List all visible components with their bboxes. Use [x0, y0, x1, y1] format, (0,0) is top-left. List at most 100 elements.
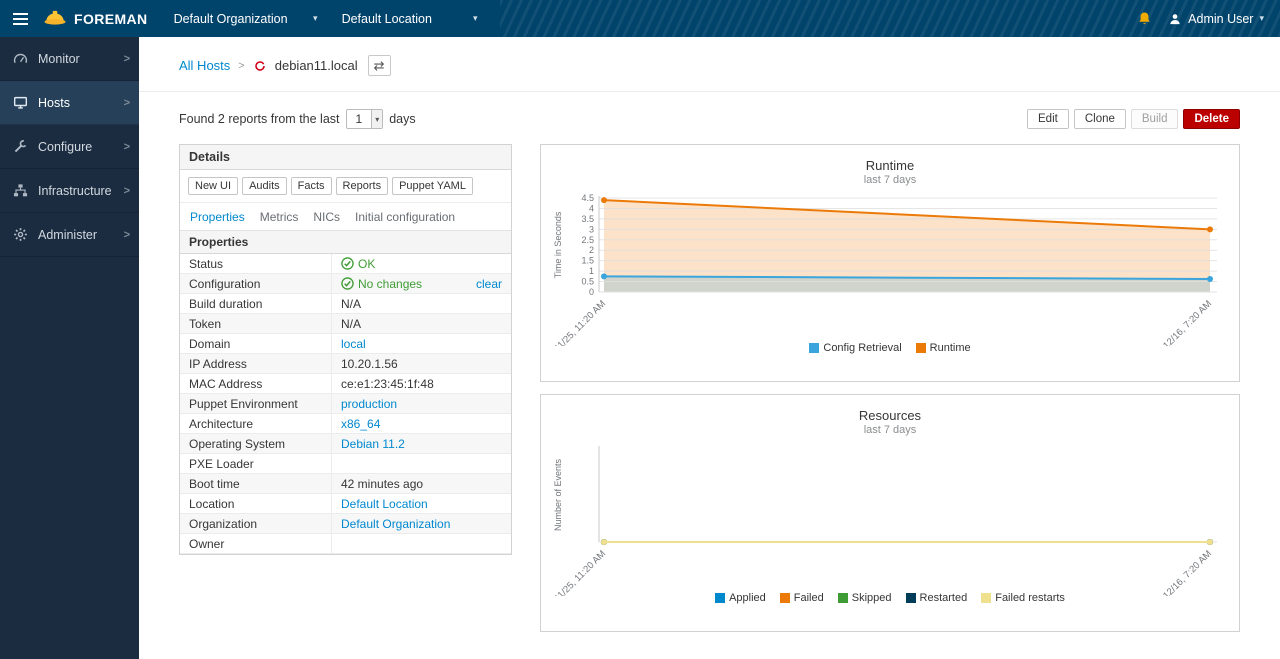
property-value: 42 minutes ago — [341, 477, 423, 491]
tab-properties[interactable]: Properties — [190, 210, 245, 224]
chevron-right-icon: > — [124, 97, 130, 109]
legend-swatch — [916, 343, 926, 353]
chevron-right-icon: > — [124, 141, 130, 153]
tab-initial-configuration[interactable]: Initial configuration — [355, 210, 455, 224]
svg-text:Time in Seconds: Time in Seconds — [553, 211, 563, 278]
legend-item-restarted[interactable]: Restarted — [906, 592, 968, 604]
reports-summary: Found 2 reports from the last 1 ▾ days — [179, 109, 416, 129]
property-value-link[interactable]: production — [341, 397, 397, 411]
edit-button[interactable]: Edit — [1027, 109, 1069, 129]
legend-item-runtime[interactable]: Runtime — [916, 342, 971, 354]
chart-panel-runtime: Runtimelast 7 days00.511.522.533.544.511… — [540, 144, 1240, 382]
user-menu-label: Admin User — [1188, 12, 1253, 26]
build-button[interactable]: Build — [1131, 109, 1179, 129]
property-row-pxe-loader: PXE Loader — [180, 454, 511, 474]
details-panel: Details New UIAuditsFactsReportsPuppet Y… — [179, 144, 512, 555]
details-panel-title: Details — [180, 145, 511, 170]
gear-icon — [13, 227, 30, 243]
new-ui-button[interactable]: New UI — [188, 177, 238, 195]
property-value-link[interactable]: local — [341, 337, 366, 351]
user-menu[interactable]: Admin User ▾ — [1168, 12, 1264, 26]
hamburger-menu-button[interactable] — [13, 13, 28, 25]
switch-ui-button[interactable]: ⇄ — [368, 55, 391, 76]
chart-plot: 00.511.522.533.544.511/25, 11:20 AM12/16… — [541, 188, 1239, 346]
check-circle-icon — [341, 257, 354, 270]
property-label: IP Address — [180, 354, 332, 373]
property-label: Architecture — [180, 414, 332, 433]
puppet-yaml-button[interactable]: Puppet YAML — [392, 177, 473, 195]
status-ok-value: OK — [341, 257, 375, 271]
facts-button[interactable]: Facts — [291, 177, 332, 195]
legend-swatch — [780, 593, 790, 603]
legend-label: Config Retrieval — [823, 342, 901, 354]
server-icon — [13, 95, 30, 111]
legend-item-applied[interactable]: Applied — [715, 592, 766, 604]
property-label: Build duration — [180, 294, 332, 313]
sidebar-item-label: Configure — [38, 140, 124, 154]
property-label: Puppet Environment — [180, 394, 332, 413]
svg-text:2: 2 — [589, 245, 594, 255]
sidebar-item-infrastructure[interactable]: Infrastructure> — [0, 169, 139, 213]
content-row: Details New UIAuditsFactsReportsPuppet Y… — [139, 142, 1280, 632]
chart-plot: 11/25, 11:20 AM 12/16, 7:20 AM Number of E… — [541, 438, 1239, 596]
location-selector[interactable]: Default Location ▾ — [334, 0, 486, 37]
property-row-location: Location Default Location — [180, 494, 511, 514]
breadcrumb-all-hosts-link[interactable]: All Hosts — [179, 58, 230, 73]
chart-panel-resources: Resourceslast 7 days11/25, 11:20 AM12/16… — [540, 394, 1240, 632]
legend-label: Applied — [729, 592, 766, 604]
notifications-bell-icon[interactable] — [1137, 11, 1152, 26]
delete-button[interactable]: Delete — [1183, 109, 1240, 129]
legend-swatch — [906, 593, 916, 603]
caret-down-icon: ▾ — [371, 110, 382, 128]
sidebar-item-administer[interactable]: Administer> — [0, 213, 139, 257]
chart-legend: Config Retrieval Runtime — [541, 342, 1239, 354]
svg-text:12/16, 7:20 AM: 12/16, 7:20 AM — [1161, 548, 1214, 596]
breadcrumb-separator: > — [238, 60, 244, 72]
clear-link[interactable]: clear — [476, 277, 502, 291]
property-row-owner: Owner — [180, 534, 511, 554]
reports-button[interactable]: Reports — [336, 177, 389, 195]
property-label: Location — [180, 494, 332, 513]
property-value-link[interactable]: x86_64 — [341, 417, 380, 431]
days-select[interactable]: 1 ▾ — [346, 109, 384, 129]
property-label: Configuration — [180, 274, 332, 293]
property-row-architecture: Architecture x86_64 — [180, 414, 511, 434]
svg-text:Number of Events: Number of Events — [553, 458, 563, 531]
legend-swatch — [809, 343, 819, 353]
main-content: All Hosts > debian11.local ⇄ Found 2 rep… — [139, 37, 1280, 659]
svg-text:11/25, 11:20 AM: 11/25, 11:20 AM — [552, 548, 608, 596]
property-row-boot-time: Boot time42 minutes ago — [180, 474, 511, 494]
legend-item-skipped[interactable]: Skipped — [838, 592, 892, 604]
property-row-configuration: ConfigurationNo changesclear — [180, 274, 511, 294]
property-value: N/A — [341, 297, 361, 311]
sidebar-item-monitor[interactable]: Monitor> — [0, 37, 139, 81]
clone-button[interactable]: Clone — [1074, 109, 1126, 129]
breadcrumb: All Hosts > debian11.local ⇄ — [139, 37, 1280, 92]
legend-item-failed[interactable]: Failed — [780, 592, 824, 604]
reports-summary-prefix: Found 2 reports from the last — [179, 112, 340, 126]
details-button-row: New UIAuditsFactsReportsPuppet YAML — [180, 170, 511, 203]
property-value-link[interactable]: Debian 11.2 — [341, 437, 405, 451]
svg-text:4.5: 4.5 — [581, 193, 594, 203]
audits-button[interactable]: Audits — [242, 177, 287, 195]
check-circle-icon — [341, 277, 354, 290]
legend-item-config-retrieval[interactable]: Config Retrieval — [809, 342, 901, 354]
property-row-domain: Domainlocal — [180, 334, 511, 354]
property-label: Status — [180, 254, 332, 273]
svg-text:11/25, 11:20 AM: 11/25, 11:20 AM — [552, 298, 608, 346]
property-value-link[interactable]: Default Location — [341, 497, 428, 511]
legend-label: Runtime — [930, 342, 971, 354]
tab-nics[interactable]: NICs — [313, 210, 340, 224]
tab-metrics[interactable]: Metrics — [260, 210, 299, 224]
legend-item-failed-restarts[interactable]: Failed restarts — [981, 592, 1065, 604]
property-row-puppet-environment: Puppet Environment production — [180, 394, 511, 414]
gauge-icon — [13, 51, 30, 67]
property-value: ce:e1:23:45:1f:48 — [341, 377, 434, 391]
property-value-link[interactable]: Default Organization — [341, 517, 450, 531]
properties-subheader: Properties — [180, 230, 511, 254]
property-row-ip-address: IP Address10.20.1.56 — [180, 354, 511, 374]
organization-selector[interactable]: Default Organization ▾ — [166, 0, 326, 37]
sidebar-item-configure[interactable]: Configure> — [0, 125, 139, 169]
sidebar-item-hosts[interactable]: Hosts> — [0, 81, 139, 125]
sidebar-item-label: Hosts — [38, 96, 124, 110]
